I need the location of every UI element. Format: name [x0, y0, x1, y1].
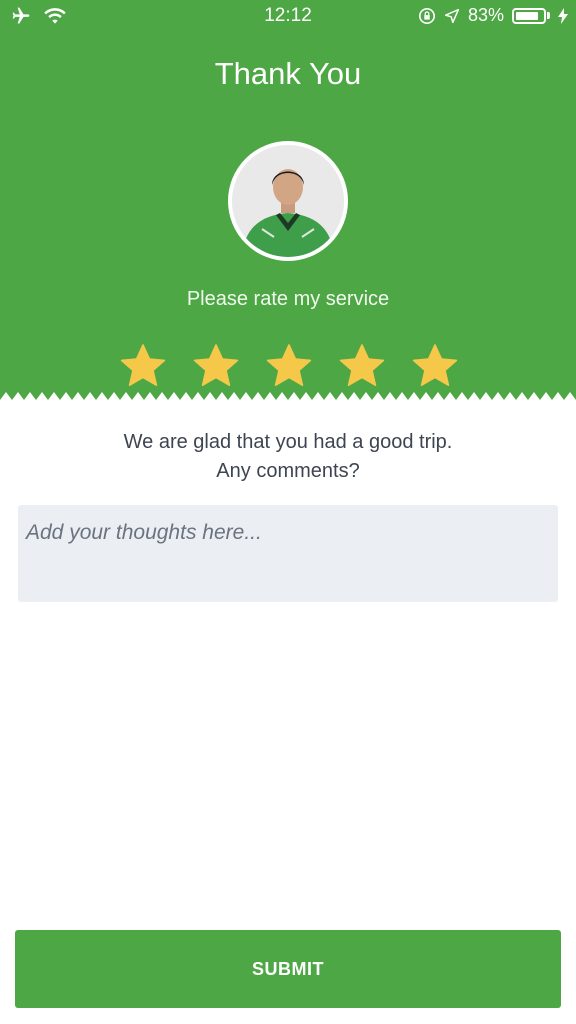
star-4-icon[interactable] [337, 342, 387, 390]
battery-fill [516, 11, 538, 20]
feedback-message-line1: We are glad that you had a good trip. [123, 431, 453, 453]
location-arrow-icon [444, 8, 460, 23]
driver-avatar [228, 141, 348, 261]
star-5-icon[interactable] [410, 342, 460, 390]
page-title: Thank You [214, 56, 362, 91]
star-1-icon[interactable] [118, 342, 168, 390]
star-3-icon[interactable] [264, 342, 314, 390]
status-bar: 12:12 83% [0, 0, 576, 34]
driver-photo [232, 145, 344, 257]
charging-icon [558, 7, 568, 24]
zigzag-edge [0, 392, 576, 408]
comment-input[interactable] [18, 505, 558, 602]
battery-cap [547, 12, 550, 19]
orientation-lock-icon [418, 7, 435, 24]
feedback-message-line2: Any comments? [216, 460, 360, 482]
battery-percent: 83% [467, 5, 504, 25]
rate-prompt: Please rate my service [186, 288, 390, 310]
feedback-message: We are glad that you had a good trip. An… [0, 428, 576, 486]
star-2-icon[interactable] [191, 342, 241, 390]
star-rating [118, 342, 460, 392]
submit-button[interactable]: SUBMIT [15, 930, 561, 1008]
battery-icon [512, 7, 546, 24]
